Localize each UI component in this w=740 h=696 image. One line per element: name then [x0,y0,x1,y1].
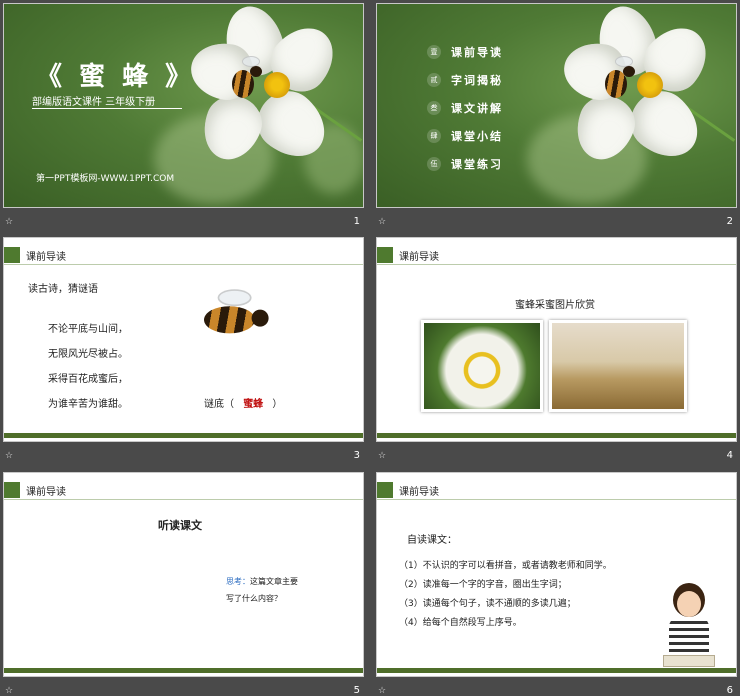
slide-1-canvas: 《 蜜 蜂 》 部编版语文课件 三年级下册 第一PPT模板网-WWW.1PPT.… [3,3,364,208]
slide-footer: ☆ 3 [3,444,364,468]
divider [377,264,736,265]
header-marker [4,247,20,263]
intro-text: 读古诗，猜谜语 [28,284,98,295]
slide-number: 1 [353,216,360,227]
animation-star-icon[interactable]: ☆ [5,451,13,461]
instruction-item: （2）读准每一个字的字音，圈出生字词； [399,580,567,590]
toc-label: 课文讲解 [451,102,503,115]
think-prompt-line2: 写了什么内容？ [226,594,282,603]
slide-6-canvas: 课前导读 自读课文： （1）不认识的字可以看拼音，或者请教老师和同学。 （2）读… [376,472,737,677]
footer-bar [377,433,736,438]
header-marker [377,482,393,498]
slide-header: 课前导读 [377,482,439,498]
slide-number: 3 [353,450,360,461]
header-title: 课前导读 [26,486,66,498]
toc-item: 肆 课堂小结 [427,122,503,150]
poem-line: 无限风光尽被占。 [48,349,128,360]
instruction-item: （3）读通每个句子，读不通顺的多读几遍； [399,599,576,609]
slide-thumbnail-3[interactable]: 课前导读 读古诗，猜谜语 不论平底与山间， 无限风光尽被占。 采得百花成蜜后， … [3,237,364,469]
divider [4,264,363,265]
divider [32,108,182,109]
slide-header: 课前导读 [4,482,66,498]
photo-caption: 蜜蜂采蜜图片欣赏 [515,300,595,311]
header-title: 课前导读 [399,251,439,263]
table-of-contents: 壹 课前导读 贰 字词揭秘 叁 课文讲解 肆 课堂小结 伍 课堂练习 [427,38,503,178]
slide-number: 6 [726,685,733,696]
slide-footer: ☆ 5 [3,679,364,696]
animation-star-icon[interactable]: ☆ [5,217,13,227]
header-marker [4,482,20,498]
poem-line: 为谁辛苦为谁甜。 [48,399,128,410]
slide-number: 4 [726,450,733,461]
toc-bullet: 伍 [427,157,441,171]
slide-header: 课前导读 [377,247,439,263]
riddle-answer: 蜜蜂 [243,399,264,410]
slide-footer: ☆ 1 [3,210,364,234]
toc-bullet: 贰 [427,73,441,87]
instruction-item: （1）不认识的字可以看拼音，或者请教老师和同学。 [399,561,612,571]
think-prompt-line1: 思考：这篇文章主要 [226,576,298,587]
bee-on-flower-photo [421,320,543,412]
toc-bullet: 肆 [427,129,441,143]
toc-item: 伍 课堂练习 [427,150,503,178]
instruction-item: （4）给每个自然段写上序号。 [399,618,522,628]
header-title: 课前导读 [26,251,66,263]
animation-star-icon[interactable]: ☆ [378,686,386,696]
riddle-suffix: ） [272,399,283,410]
slide-number: 5 [353,685,360,696]
toc-label: 课堂小结 [451,130,503,143]
animation-star-icon[interactable]: ☆ [5,686,13,696]
toc-item: 叁 课文讲解 [427,94,503,122]
toc-bullet: 壹 [427,45,441,59]
poem-line: 采得百花成蜜后， [48,374,128,385]
toc-label: 字词揭秘 [451,74,503,87]
slide-number: 2 [726,216,733,227]
bees-at-hive-photo [549,320,687,412]
toc-bullet: 叁 [427,101,441,115]
toc-item: 壹 课前导读 [427,38,503,66]
think-label: 思考： [226,577,250,586]
slide-4-canvas: 课前导读 蜜蜂采蜜图片欣赏 [376,237,737,442]
cover-subtitle: 部编版语文课件 三年级下册 [32,97,156,108]
toc-label: 课堂练习 [451,158,503,171]
riddle-prefix: 谜底（ [204,399,234,410]
slide-footer: ☆ 2 [376,210,737,234]
toc-item: 贰 字词揭秘 [427,66,503,94]
reading-title: 自读课文： [407,535,457,546]
header-marker [377,247,393,263]
animation-star-icon[interactable]: ☆ [378,217,386,227]
slide-footer: ☆ 4 [376,444,737,468]
cover-site-text: 第一PPT模板网-WWW.1PPT.COM [36,174,175,184]
section-heading: 听读课文 [158,519,202,532]
riddle-answer-line: 谜底（ 蜜蜂 ） [204,395,282,410]
girl-reading-image [661,583,717,673]
think-text: 这篇文章主要 [250,577,298,586]
cover-title: 《 蜜 蜂 》 [36,62,196,92]
footer-bar [377,668,736,673]
footer-bar [4,433,363,438]
poem-line: 不论平底与山间， [48,324,128,335]
slide-2-canvas: 壹 课前导读 贰 字词揭秘 叁 课文讲解 肆 课堂小结 伍 课堂练习 [376,3,737,208]
toc-label: 课前导读 [451,46,503,59]
divider [4,499,363,500]
animation-star-icon[interactable]: ☆ [378,451,386,461]
slide-footer: ☆ 6 [376,679,737,696]
slide-thumbnail-5[interactable]: 课前导读 听读课文 思考：这篇文章主要 写了什么内容？ ☆ 5 [3,472,364,696]
slide-thumbnail-2[interactable]: 壹 课前导读 贰 字词揭秘 叁 课文讲解 肆 课堂小结 伍 课堂练习 ☆ 2 [376,3,737,235]
slide-thumbnail-6[interactable]: 课前导读 自读课文： （1）不认识的字可以看拼音，或者请教老师和同学。 （2）读… [376,472,737,696]
header-title: 课前导读 [399,486,439,498]
divider [377,499,736,500]
slide-thumbnail-1[interactable]: 《 蜜 蜂 》 部编版语文课件 三年级下册 第一PPT模板网-WWW.1PPT.… [3,3,364,235]
slide-3-canvas: 课前导读 读古诗，猜谜语 不论平底与山间， 无限风光尽被占。 采得百花成蜜后， … [3,237,364,442]
slide-thumbnail-4[interactable]: 课前导读 蜜蜂采蜜图片欣赏 ☆ 4 [376,237,737,469]
slide-header: 课前导读 [4,247,66,263]
slide-5-canvas: 课前导读 听读课文 思考：这篇文章主要 写了什么内容？ [3,472,364,677]
footer-bar [4,668,363,673]
